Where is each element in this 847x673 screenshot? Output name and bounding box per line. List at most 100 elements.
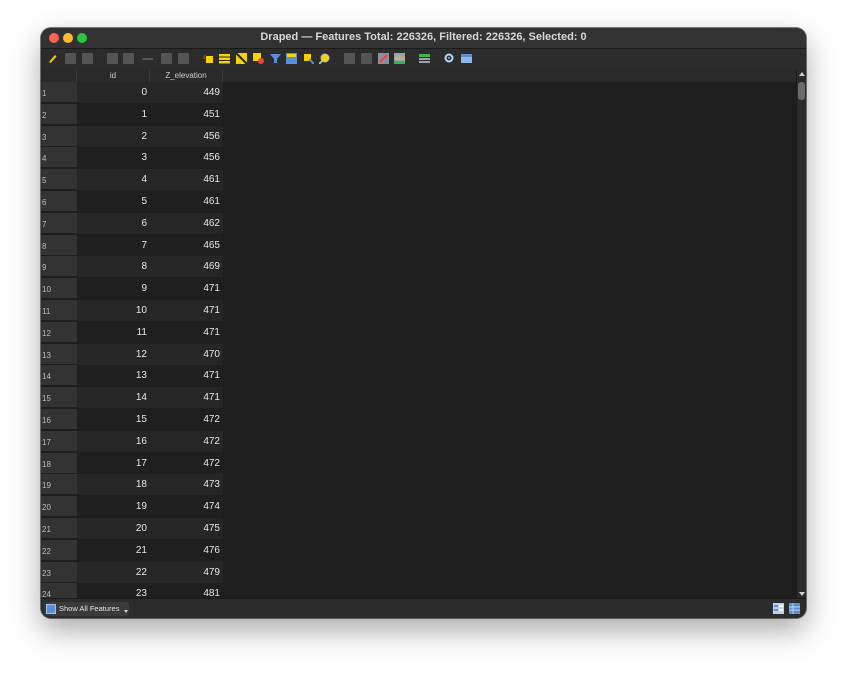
table-row[interactable]: 17 16 472: [41, 430, 796, 452]
row-number[interactable]: 5: [41, 169, 77, 191]
deselect-all-icon[interactable]: [253, 53, 264, 64]
scroll-down-arrow-icon[interactable]: [799, 592, 805, 596]
cell-z-elevation[interactable]: 474: [150, 496, 223, 518]
cell-id[interactable]: 17: [77, 452, 150, 474]
row-number[interactable]: 10: [41, 278, 77, 300]
scroll-up-arrow-icon[interactable]: [799, 72, 805, 76]
cut-icon[interactable]: [161, 53, 172, 64]
table-row[interactable]: 13 12 470: [41, 343, 796, 365]
table-row[interactable]: 22 21 476: [41, 539, 796, 561]
cell-z-elevation[interactable]: 469: [150, 256, 223, 278]
invert-selection-icon[interactable]: [236, 53, 247, 64]
cell-z-elevation[interactable]: 479: [150, 561, 223, 583]
row-number[interactable]: 16: [41, 409, 77, 430]
pan-to-selected-icon[interactable]: [303, 53, 314, 64]
cell-id[interactable]: 12: [77, 343, 150, 365]
cell-z-elevation[interactable]: 461: [150, 191, 223, 212]
cell-id[interactable]: 0: [77, 82, 150, 103]
delete-field-icon[interactable]: [361, 53, 372, 64]
cell-z-elevation[interactable]: 456: [150, 125, 223, 147]
select-all-icon[interactable]: [219, 53, 230, 64]
cell-id[interactable]: 21: [77, 539, 150, 561]
table-row[interactable]: 24 23 481: [41, 583, 796, 598]
cell-id[interactable]: 5: [77, 191, 150, 212]
row-number[interactable]: 8: [41, 234, 77, 256]
row-number[interactable]: 1: [41, 82, 77, 103]
cell-z-elevation[interactable]: 462: [150, 212, 223, 234]
toggle-editing-icon[interactable]: [47, 53, 58, 64]
row-number[interactable]: 24: [41, 583, 77, 598]
cell-z-elevation[interactable]: 481: [150, 583, 223, 598]
actions-icon[interactable]: [419, 53, 430, 64]
cell-z-elevation[interactable]: 472: [150, 452, 223, 474]
move-selection-to-top-icon[interactable]: [286, 53, 297, 64]
dock-table-icon[interactable]: [444, 53, 455, 64]
cell-z-elevation[interactable]: 461: [150, 169, 223, 191]
table-row[interactable]: 23 22 479: [41, 561, 796, 583]
cell-z-elevation[interactable]: 471: [150, 365, 223, 387]
field-calculator-icon[interactable]: [378, 53, 389, 64]
cell-id[interactable]: 16: [77, 430, 150, 452]
cell-z-elevation[interactable]: 471: [150, 300, 223, 321]
table-row[interactable]: 19 18 473: [41, 474, 796, 496]
table-row[interactable]: 12 11 471: [41, 321, 796, 343]
cell-z-elevation[interactable]: 451: [150, 103, 223, 125]
cell-id[interactable]: 3: [77, 147, 150, 169]
table-row[interactable]: 1 0 449: [41, 82, 796, 103]
row-number[interactable]: 22: [41, 539, 77, 561]
organize-columns-icon[interactable]: [461, 53, 472, 64]
cell-z-elevation[interactable]: 471: [150, 278, 223, 300]
cell-id[interactable]: 20: [77, 518, 150, 539]
table-row[interactable]: 10 9 471: [41, 278, 796, 300]
cell-z-elevation[interactable]: 473: [150, 474, 223, 496]
row-number[interactable]: 17: [41, 430, 77, 452]
cell-z-elevation[interactable]: 472: [150, 430, 223, 452]
cell-id[interactable]: 13: [77, 365, 150, 387]
cell-z-elevation[interactable]: 472: [150, 409, 223, 430]
row-number[interactable]: 23: [41, 561, 77, 583]
row-number[interactable]: 19: [41, 474, 77, 496]
table-row[interactable]: 5 4 461: [41, 169, 796, 191]
row-number[interactable]: 15: [41, 387, 77, 409]
cell-id[interactable]: 15: [77, 409, 150, 430]
copy-icon[interactable]: [178, 53, 189, 64]
row-number[interactable]: 7: [41, 212, 77, 234]
cell-z-elevation[interactable]: 471: [150, 321, 223, 343]
row-number[interactable]: 2: [41, 103, 77, 125]
cell-z-elevation[interactable]: 476: [150, 539, 223, 561]
table-view-icon[interactable]: [789, 603, 800, 614]
cell-z-elevation[interactable]: 449: [150, 82, 223, 103]
table-row[interactable]: 3 2 456: [41, 125, 796, 147]
table-row[interactable]: 15 14 471: [41, 387, 796, 409]
table-row[interactable]: 4 3 456: [41, 147, 796, 169]
row-number[interactable]: 9: [41, 256, 77, 278]
row-number[interactable]: 20: [41, 496, 77, 518]
cell-id[interactable]: 7: [77, 234, 150, 256]
add-feature-icon[interactable]: [123, 53, 134, 64]
delete-feature-icon[interactable]: [142, 58, 153, 60]
cell-z-elevation[interactable]: 465: [150, 234, 223, 256]
cell-z-elevation[interactable]: 456: [150, 147, 223, 169]
cell-id[interactable]: 18: [77, 474, 150, 496]
row-number-header-corner[interactable]: [41, 70, 77, 82]
cell-id[interactable]: 2: [77, 125, 150, 147]
cell-id[interactable]: 4: [77, 169, 150, 191]
table-row[interactable]: 2 1 451: [41, 103, 796, 125]
row-number[interactable]: 18: [41, 452, 77, 474]
feature-filter-dropdown[interactable]: Show All Features: [44, 602, 129, 616]
cell-id[interactable]: 22: [77, 561, 150, 583]
cell-id[interactable]: 11: [77, 321, 150, 343]
new-field-icon[interactable]: [344, 53, 355, 64]
cell-z-elevation[interactable]: 475: [150, 518, 223, 539]
multi-edit-icon[interactable]: [65, 53, 76, 64]
cell-id[interactable]: 19: [77, 496, 150, 518]
cell-id[interactable]: 1: [77, 103, 150, 125]
form-view-icon[interactable]: [773, 603, 784, 614]
table-row[interactable]: 20 19 474: [41, 496, 796, 518]
cell-id[interactable]: 14: [77, 387, 150, 409]
table-row[interactable]: 7 6 462: [41, 212, 796, 234]
cell-id[interactable]: 10: [77, 300, 150, 321]
save-edits-icon[interactable]: [82, 53, 93, 64]
cell-z-elevation[interactable]: 471: [150, 387, 223, 409]
cell-id[interactable]: 8: [77, 256, 150, 278]
